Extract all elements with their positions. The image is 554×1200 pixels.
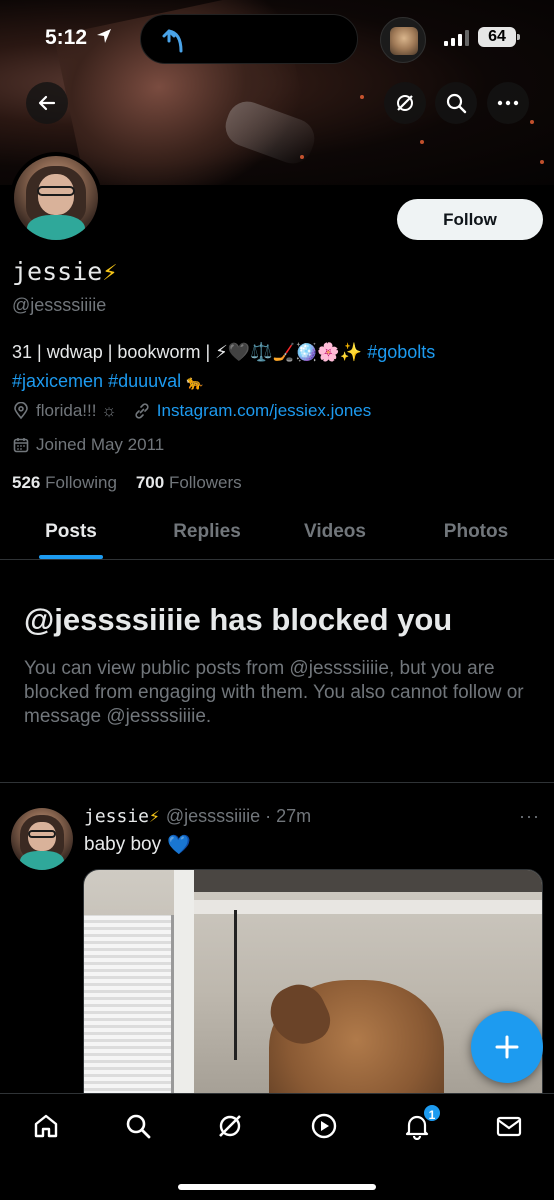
profile-tabs: Posts Replies Videos Photos — [0, 508, 554, 560]
banner-light — [540, 160, 544, 164]
status-time: 5:12 — [45, 26, 88, 49]
nav-video[interactable] — [307, 1109, 341, 1143]
blocked-title: @jessssiiiie has blocked you — [24, 602, 453, 637]
status-bar: 5:12 64 — [0, 0, 554, 78]
back-button[interactable] — [26, 82, 68, 124]
search-button[interactable] — [435, 82, 477, 124]
compose-plus-icon — [495, 1035, 519, 1059]
avatar-image — [14, 156, 98, 240]
banner-light — [530, 120, 534, 124]
profile-location: florida!!! ☼ — [36, 401, 117, 420]
bio-hashtag-gobolts[interactable]: #gobolts — [367, 342, 435, 362]
home-indicator[interactable] — [178, 1184, 376, 1190]
tab-posts[interactable]: Posts — [0, 508, 142, 559]
profile-joined-date: Joined May 2011 — [36, 435, 165, 454]
photo-cable — [234, 910, 237, 1060]
following-link[interactable]: 526 Following — [12, 473, 117, 492]
follow-button[interactable]: Follow — [397, 199, 543, 240]
battery-indicator: 64 — [478, 27, 520, 47]
post-text-emoji: 💙 — [167, 835, 191, 856]
compose-button[interactable] — [471, 1011, 543, 1083]
live-activity-thumbnail[interactable] — [380, 17, 426, 63]
nav-explore[interactable] — [121, 1109, 155, 1143]
post-author-name[interactable]: jessie⚡ — [84, 806, 160, 827]
calendar-icon — [13, 438, 29, 453]
bio-hashtag-duuuval[interactable]: #duuuval — [108, 371, 181, 391]
banner-light — [420, 140, 424, 144]
followers-count: 700 — [135, 473, 165, 492]
link-icon — [135, 403, 149, 419]
profile-name: jessie⚡ — [12, 257, 117, 286]
banner-light — [300, 155, 304, 159]
more-button[interactable] — [487, 82, 529, 124]
post-header: jessie⚡ @jessssiiiie · 27m — [84, 806, 311, 827]
thumbnail-image — [390, 27, 418, 55]
photo-shelf-lower — [194, 900, 542, 914]
home-icon — [34, 1114, 58, 1138]
profile-name-emoji: ⚡ — [102, 257, 118, 286]
post-author-emoji: ⚡ — [149, 806, 160, 827]
profile-handle: @jessssiiiie — [12, 295, 107, 315]
post-author-name-text: jessie — [84, 806, 150, 827]
return-arrow-icon — [162, 29, 183, 53]
following-count: 526 — [12, 473, 41, 492]
photo-fan — [84, 915, 174, 1098]
post-text-content: baby boy — [84, 834, 162, 855]
post-text: baby boy 💙 — [84, 833, 191, 857]
banner-light — [360, 95, 364, 99]
profile-name-text: jessie — [12, 257, 103, 286]
profile-bio: 31 | wdwap | bookworm | ⚡🖤⚖️🏒🪩🌸✨ #gobolt… — [12, 338, 542, 397]
grok-nav-icon — [219, 1115, 241, 1137]
bio-hashtag-jaxicemen[interactable]: #jaxicemen — [12, 371, 103, 391]
profile-avatar[interactable] — [10, 152, 102, 244]
photo-shelf — [184, 870, 542, 892]
profile-website-link[interactable]: Instagram.com/jessiex.jones — [157, 401, 371, 421]
nav-messages[interactable] — [492, 1109, 526, 1143]
post-handle-time: @jessssiiiie · 27m — [165, 806, 312, 826]
more-icon — [497, 100, 519, 106]
photo-table-leg — [174, 870, 194, 1098]
tab-videos[interactable]: Videos — [272, 508, 398, 559]
grok-icon — [397, 95, 413, 111]
avatar-image — [11, 808, 73, 870]
bio-text: 31 | wdwap | bookworm | ⚡🖤⚖️🏒🪩🌸✨ — [12, 342, 363, 362]
location-arrow-icon — [97, 29, 111, 43]
followers-link[interactable]: 700 Followers — [136, 473, 242, 492]
explore-search-icon — [126, 1114, 151, 1139]
section-divider — [0, 782, 554, 783]
video-play-icon — [311, 1113, 337, 1139]
nav-grok[interactable] — [213, 1109, 247, 1143]
followers-label: Followers — [168, 473, 242, 492]
profile-joined-row: Joined May 2011 — [12, 435, 164, 455]
blocked-body: You can view public posts from @jessssii… — [24, 658, 524, 727]
nav-home[interactable] — [29, 1109, 63, 1143]
grok-button[interactable] — [384, 82, 426, 124]
profile-meta-row: florida!!! ☼ Instagram.com/jessiex.jones — [12, 401, 371, 421]
search-icon — [446, 93, 467, 114]
post-author-avatar[interactable] — [11, 808, 73, 870]
mail-icon — [496, 1116, 522, 1137]
signal-icon — [444, 30, 469, 46]
post-more-button[interactable]: ··· — [519, 806, 540, 827]
post-media-image[interactable] — [83, 869, 543, 1099]
dynamic-island[interactable] — [140, 14, 358, 64]
location-icon — [14, 402, 28, 420]
tab-replies[interactable]: Replies — [142, 508, 272, 559]
follow-counts: 526 Following 700 Followers — [12, 473, 242, 493]
following-label: Following — [45, 473, 117, 492]
back-arrow-icon — [38, 95, 56, 111]
notifications-badge: 1 — [422, 1103, 442, 1123]
bio-emoji: 🐆 — [186, 374, 204, 390]
tab-photos[interactable]: Photos — [398, 508, 554, 559]
